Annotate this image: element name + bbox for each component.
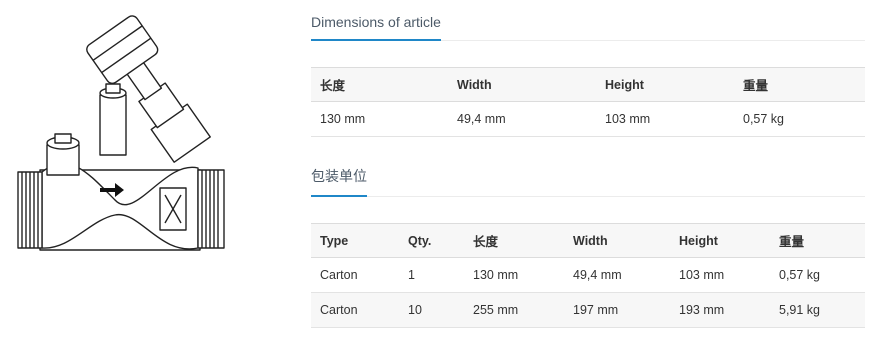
cell-length: 130 mm	[473, 268, 519, 282]
dimensions-section-header: Dimensions of article	[311, 14, 865, 41]
valve-drawing-icon	[17, 15, 225, 251]
table-row: 130 mm 49,4 mm 103 mm 0,57 kg	[311, 102, 865, 137]
cell-weight: 0,57 kg	[743, 112, 785, 126]
cell-height: 103 mm	[605, 112, 651, 126]
header-length: 长度	[473, 235, 499, 249]
table-header-row: 长度 Width Height 重量	[311, 67, 865, 102]
cell-weight: 5,91 kg	[779, 303, 821, 317]
cell-length: 255 mm	[473, 303, 519, 317]
cell-height: 103 mm	[679, 268, 725, 282]
cell-weight: 0,57 kg	[779, 268, 821, 282]
header-type: Type	[320, 233, 349, 248]
packaging-title: 包装单位	[311, 166, 367, 197]
header-height: Height	[679, 233, 718, 248]
cell-length: 130 mm	[320, 112, 366, 126]
cell-width: 49,4 mm	[457, 112, 506, 126]
header-width: Width	[573, 233, 608, 248]
product-image	[0, 0, 290, 349]
cell-width: 197 mm	[573, 303, 619, 317]
packaging-section-header: 包装单位	[311, 166, 865, 197]
cell-height: 193 mm	[679, 303, 725, 317]
dimensions-title: Dimensions of article	[311, 14, 441, 41]
table-header-row: Type Qty. 长度 Width Height 重量	[311, 223, 865, 258]
header-width: Width	[457, 77, 492, 92]
cell-qty: 10	[408, 303, 422, 317]
header-length: 长度	[320, 79, 346, 93]
table-row: Carton 1 130 mm 49,4 mm 103 mm 0,57 kg	[311, 258, 865, 293]
cell-type: Carton	[320, 268, 358, 282]
header-qty: Qty.	[408, 233, 432, 248]
header-height: Height	[605, 77, 644, 92]
article-details: Dimensions of article 长度 Width Height 重量…	[311, 0, 865, 328]
packaging-table: Type Qty. 长度 Width Height 重量 Carton 1 13…	[311, 223, 865, 328]
header-weight: 重量	[743, 79, 769, 93]
header-weight: 重量	[779, 235, 805, 249]
cell-width: 49,4 mm	[573, 268, 622, 282]
cell-qty: 1	[408, 268, 415, 282]
dimensions-table: 长度 Width Height 重量 130 mm 49,4 mm 103 mm…	[311, 67, 865, 137]
table-row: Carton 10 255 mm 197 mm 193 mm 5,91 kg	[311, 292, 865, 328]
cell-type: Carton	[320, 303, 358, 317]
